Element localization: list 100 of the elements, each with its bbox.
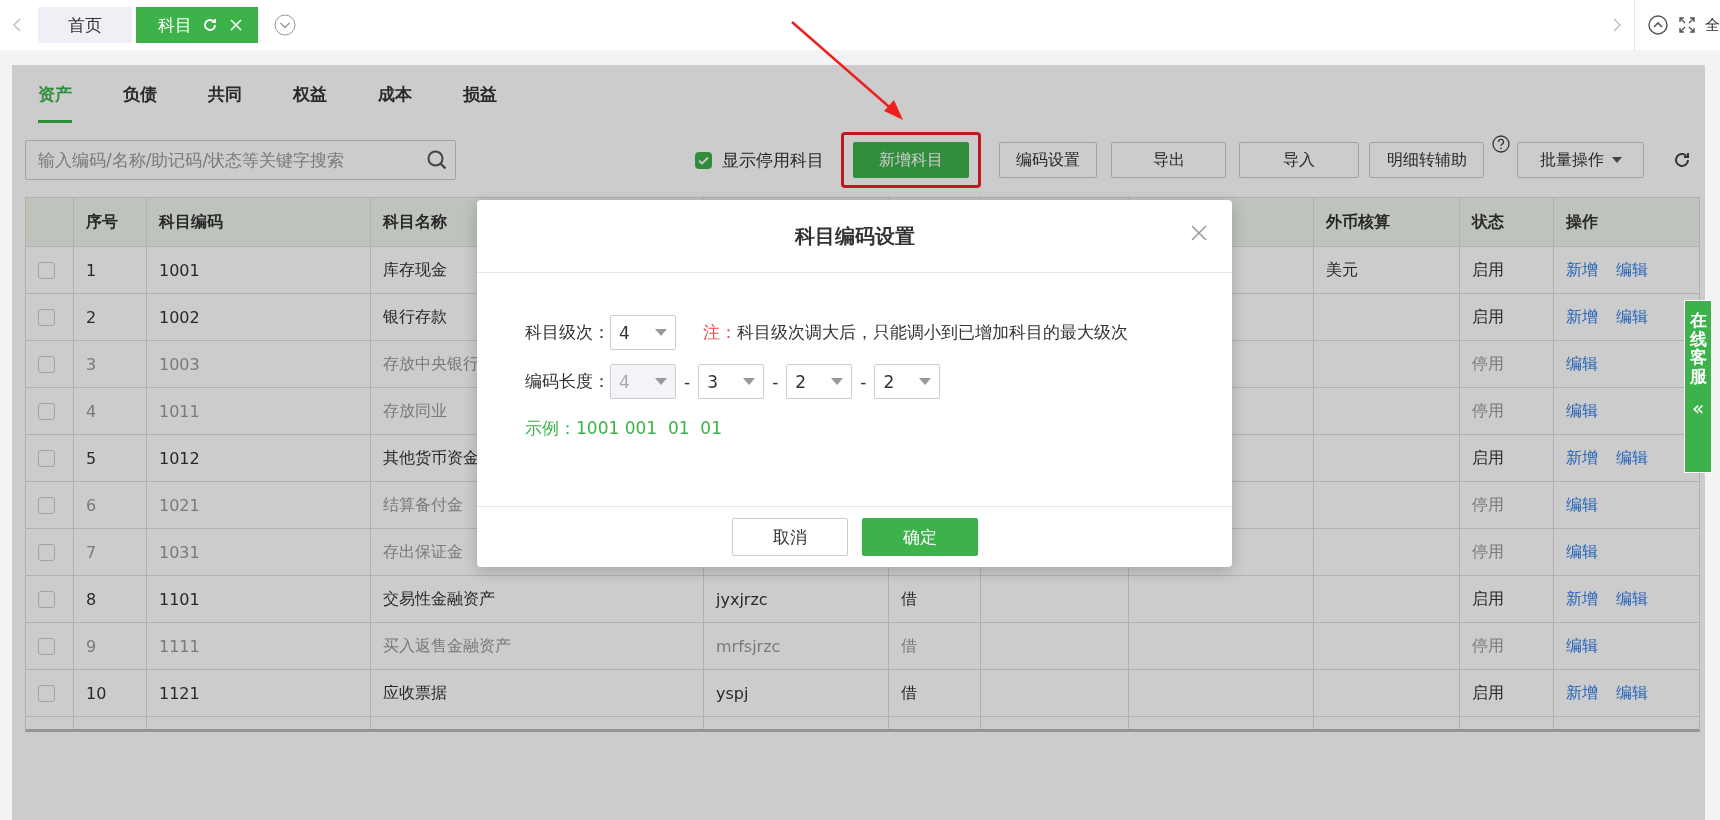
chevron-down-icon[interactable] bbox=[274, 14, 296, 36]
row-checkbox[interactable] bbox=[38, 684, 55, 702]
action-link[interactable]: 编辑 bbox=[1566, 541, 1598, 563]
chevron-right-icon[interactable] bbox=[1612, 17, 1622, 33]
page-tab[interactable]: 科目 bbox=[136, 7, 258, 43]
separator-text: - bbox=[684, 371, 691, 392]
caret-icon bbox=[1611, 157, 1622, 163]
table-cell: 1012 bbox=[159, 448, 200, 468]
chevron-left-icon[interactable] bbox=[12, 17, 22, 33]
toolbar-button[interactable]: 新增科目 bbox=[853, 142, 969, 178]
action-link[interactable]: 编辑 bbox=[1566, 635, 1598, 657]
table-cell: 启用 bbox=[1472, 682, 1504, 704]
dialog-title: 科目编码设置 bbox=[794, 222, 915, 250]
length-select[interactable]: 2 bbox=[786, 364, 853, 399]
column-header: 科目名称 bbox=[383, 211, 447, 233]
category-tab[interactable]: 损益 bbox=[463, 83, 497, 123]
table-cell: 存出保证金 bbox=[383, 541, 463, 563]
toolbar-button[interactable]: 编码设置 bbox=[999, 142, 1097, 178]
separator-text: - bbox=[860, 371, 867, 392]
category-tab[interactable]: 成本 bbox=[378, 83, 412, 123]
table-cell: 1101 bbox=[159, 589, 200, 609]
table-cell: 10 bbox=[86, 683, 107, 703]
action-link[interactable]: 编辑 bbox=[1616, 306, 1648, 328]
table-cell: 2 bbox=[86, 307, 97, 327]
table-cell: 启用 bbox=[1472, 306, 1504, 328]
chevron-up-icon[interactable] bbox=[1647, 14, 1669, 36]
online-service-tab[interactable]: 在线客服 « bbox=[1684, 300, 1712, 473]
help-icon[interactable] bbox=[1492, 135, 1510, 153]
table-cell: 借 bbox=[901, 682, 917, 704]
field-label: 科目级次： bbox=[525, 321, 610, 344]
caret-icon bbox=[831, 378, 844, 385]
level-select[interactable]: 4 bbox=[610, 315, 676, 350]
category-tab[interactable]: 资产 bbox=[38, 83, 72, 123]
table-cell: 借 bbox=[901, 635, 917, 657]
row-checkbox[interactable] bbox=[38, 449, 55, 467]
table-cell: 1 bbox=[86, 260, 97, 280]
toolbar-button[interactable]: 明细转辅助 bbox=[1369, 142, 1484, 178]
table-cell: 1003 bbox=[159, 354, 200, 374]
toolbar-button[interactable]: 批量操作 bbox=[1517, 142, 1644, 178]
category-tab[interactable]: 共同 bbox=[208, 83, 242, 123]
close-icon[interactable] bbox=[228, 17, 244, 33]
table-cell: 应收票据 bbox=[383, 682, 447, 704]
table-cell: 存放中央银行 bbox=[383, 353, 479, 375]
dialog-button[interactable]: 取消 bbox=[731, 518, 848, 556]
table-cell: 结算备付金 bbox=[383, 494, 463, 516]
row-checkbox[interactable] bbox=[38, 496, 55, 514]
caret-icon bbox=[919, 378, 932, 385]
table-cell: 停用 bbox=[1472, 494, 1504, 516]
caret-icon bbox=[655, 378, 667, 385]
note-label: 注： bbox=[703, 321, 737, 344]
table-cell: 停用 bbox=[1472, 635, 1504, 657]
action-link[interactable]: 新增 bbox=[1566, 588, 1598, 610]
checkbox[interactable] bbox=[695, 151, 712, 169]
checkbox-label: 显示停用科目 bbox=[722, 148, 824, 172]
row-checkbox[interactable] bbox=[38, 402, 55, 420]
row-checkbox[interactable] bbox=[38, 637, 55, 655]
row-checkbox[interactable] bbox=[38, 308, 55, 326]
action-link[interactable]: 编辑 bbox=[1616, 682, 1648, 704]
length-select[interactable]: 3 bbox=[698, 364, 765, 399]
length-select[interactable]: 2 bbox=[874, 364, 941, 399]
action-link[interactable]: 编辑 bbox=[1616, 447, 1648, 469]
action-link[interactable]: 编辑 bbox=[1566, 400, 1598, 422]
table-cell: yspj bbox=[716, 683, 749, 703]
fullscreen-label[interactable]: 全 bbox=[1705, 15, 1720, 35]
table-cell: 5 bbox=[86, 448, 97, 468]
table-cell: 其他货币资金 bbox=[383, 447, 479, 469]
table-cell: 3 bbox=[86, 354, 97, 374]
action-link[interactable]: 编辑 bbox=[1616, 588, 1648, 610]
category-tab[interactable]: 权益 bbox=[293, 83, 327, 123]
table-cell: 库存现金 bbox=[383, 259, 447, 281]
column-header: 序号 bbox=[86, 211, 118, 233]
row-checkbox[interactable] bbox=[38, 355, 55, 373]
action-link[interactable]: 新增 bbox=[1566, 447, 1598, 469]
column-header: 状态 bbox=[1472, 211, 1504, 233]
column-header: 外币核算 bbox=[1326, 211, 1390, 233]
action-link[interactable]: 新增 bbox=[1566, 259, 1598, 281]
table-cell: 美元 bbox=[1326, 259, 1358, 281]
table-cell: 借 bbox=[901, 588, 917, 610]
table-cell: 1121 bbox=[159, 683, 200, 703]
action-link[interactable]: 新增 bbox=[1566, 306, 1598, 328]
search-icon[interactable] bbox=[426, 149, 448, 171]
fullscreen-icon[interactable] bbox=[1679, 17, 1695, 33]
category-tab[interactable]: 负债 bbox=[123, 83, 157, 123]
action-link[interactable]: 编辑 bbox=[1616, 259, 1648, 281]
row-checkbox[interactable] bbox=[38, 543, 55, 561]
table-cell: 1031 bbox=[159, 542, 200, 562]
action-link[interactable]: 编辑 bbox=[1566, 353, 1598, 375]
table-cell: 1002 bbox=[159, 307, 200, 327]
table-cell: 1001 bbox=[159, 260, 200, 280]
row-checkbox[interactable] bbox=[38, 590, 55, 608]
page-tab[interactable]: 首页 bbox=[38, 7, 132, 43]
refresh-icon[interactable] bbox=[1672, 150, 1692, 170]
dialog-button[interactable]: 确定 bbox=[861, 518, 978, 556]
search-field[interactable]: 输入编码/名称/助记码/状态等关键字搜索 bbox=[25, 140, 456, 180]
toolbar-button[interactable]: 导入 bbox=[1239, 142, 1359, 178]
toolbar-button[interactable]: 导出 bbox=[1111, 142, 1226, 178]
action-link[interactable]: 编辑 bbox=[1566, 494, 1598, 516]
action-link[interactable]: 新增 bbox=[1566, 682, 1598, 704]
table-cell: mrfsjrzc bbox=[716, 636, 781, 656]
row-checkbox[interactable] bbox=[38, 261, 55, 279]
